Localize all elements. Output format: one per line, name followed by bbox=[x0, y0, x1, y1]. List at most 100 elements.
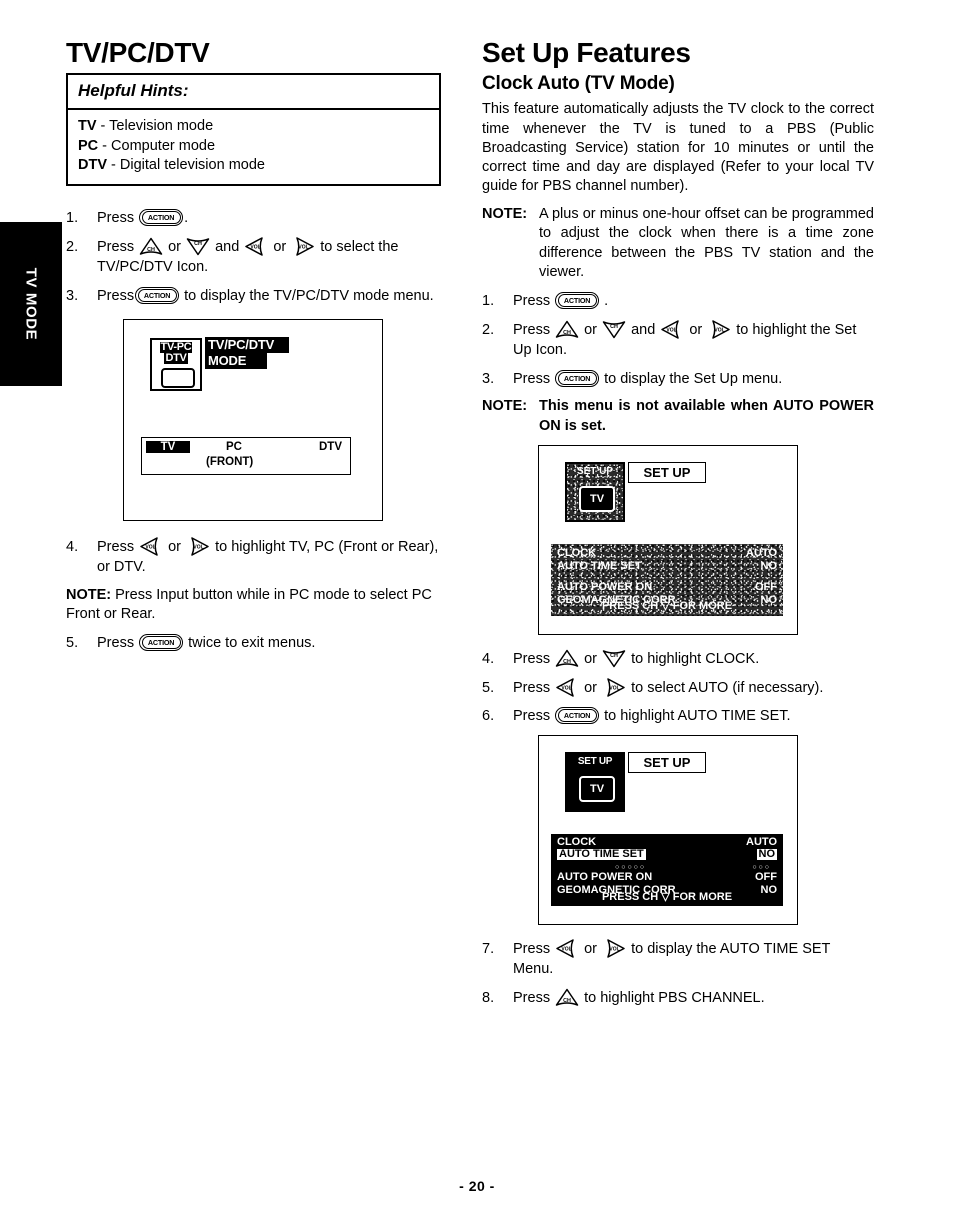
side-tab-tv-mode: TV MODE bbox=[0, 222, 62, 386]
right-step-6: 6. Press ACTION to highlight AUTO TIME SE… bbox=[482, 706, 874, 727]
svg-text:VOL: VOL bbox=[299, 244, 309, 250]
channel-up-icon: CH bbox=[555, 649, 579, 668]
left-step-1-number: 1. bbox=[66, 210, 79, 227]
svg-text:CH: CH bbox=[610, 324, 618, 330]
osd-option-dtv: DTV bbox=[319, 440, 342, 453]
right-step-5-mid1: or bbox=[580, 679, 602, 696]
osd-menu-label-auto-power-on: AUTO POWER ON bbox=[557, 870, 653, 883]
osd-icon-caption-line2: DTV bbox=[164, 351, 188, 364]
svg-text:VOL: VOL bbox=[609, 685, 619, 691]
right-step-3: 3. Press ACTION to display the Set Up men… bbox=[482, 369, 874, 390]
osd-icon-tile-set-up: SET UP TV bbox=[565, 751, 625, 812]
right-column: Set Up Features Clock Auto (TV Mode) Thi… bbox=[482, 38, 874, 1016]
osd-menu-value-auto-time-set: NO bbox=[756, 847, 777, 860]
manual-page: TV MODE TV/PC/DTV Helpful Hints: TV - Te… bbox=[0, 0, 954, 1228]
osd-banner-line2-text: MODE bbox=[208, 352, 247, 368]
osd-menu-footer-text: PRESS CH ▽ FOR MORE bbox=[601, 600, 733, 613]
helpful-hints-heading: Helpful Hints: bbox=[68, 75, 439, 111]
right-step-2-mid1: or bbox=[580, 321, 602, 338]
clock-auto-intro-paragraph: This feature automatically adjusts the T… bbox=[482, 101, 874, 194]
right-step-8-number: 8. bbox=[482, 989, 495, 1006]
right-step-8: 8. Press CH to highlight PBS CHANNEL. bbox=[482, 988, 874, 1009]
left-note-label: NOTE: bbox=[66, 586, 112, 603]
osd-set-up-banner: SET UP bbox=[628, 751, 706, 773]
osd-menu-footer-text: PRESS CH ▽ FOR MORE bbox=[601, 890, 733, 903]
helpful-hints-box: Helpful Hints: TV - Television mode PC -… bbox=[66, 73, 441, 187]
left-step-2-before: Press bbox=[97, 238, 139, 255]
action-button-icon: ACTION bbox=[139, 209, 184, 227]
osd-menu-footer: PRESS CH ▽ FOR MORE bbox=[551, 890, 783, 903]
svg-text:CH: CH bbox=[610, 653, 618, 659]
action-button-icon: ACTION bbox=[555, 292, 600, 310]
right-step-5: 5. Press VOL or VOL to select AUTO (if ne… bbox=[482, 677, 874, 699]
osd-set-up-menu-list: CLOCK AUTO AUTO TIME SET NO ○○○○○ ○○○ AU… bbox=[551, 833, 783, 906]
right-step-1-before: Press bbox=[513, 293, 555, 310]
osd-set-up-banner: SET UP bbox=[628, 462, 706, 484]
svg-text:VOL: VOL bbox=[667, 327, 677, 333]
svg-text:VOL: VOL bbox=[715, 327, 725, 333]
svg-text:VOL: VOL bbox=[609, 946, 619, 952]
osd-set-up-menu-list: CLOCK AUTO AUTO TIME SET NO AUTO POWER O… bbox=[551, 544, 783, 616]
osd-menu-value-auto-power-on: OFF bbox=[755, 581, 777, 594]
osd-icon-tile-set-up: SET UP TV bbox=[565, 462, 625, 523]
right-step-5-number: 5. bbox=[482, 679, 495, 696]
right-step-4-before: Press bbox=[513, 651, 555, 668]
hint-desc-tv: Television mode bbox=[109, 118, 214, 135]
osd-set-up-screen-label: TV bbox=[589, 782, 605, 795]
osd-banner-line2: MODE bbox=[205, 352, 267, 370]
osd-menu-row-auto-time-set: AUTO TIME SET NO bbox=[557, 561, 777, 574]
channel-up-icon: CH bbox=[139, 237, 163, 256]
left-step-3-before: Press bbox=[97, 287, 135, 304]
hint-dash-dtv: - bbox=[107, 156, 120, 173]
osd-banner-line1: TV/PC/DTV bbox=[205, 336, 289, 354]
volume-right-icon: VOL bbox=[602, 677, 626, 697]
left-step-5-number: 5. bbox=[66, 635, 79, 652]
right-step-8-before: Press bbox=[513, 989, 555, 1006]
right-note-2-text: This menu is not available when AUTO POW… bbox=[539, 398, 874, 434]
osd-set-up-icon-caption: SET UP bbox=[577, 755, 613, 767]
volume-left-icon: VOL bbox=[555, 939, 579, 958]
right-step-4-mid1: or bbox=[580, 651, 602, 668]
right-note-2-label: NOTE: bbox=[482, 398, 528, 415]
osd-bar-row-bottom: (FRONT) bbox=[142, 456, 350, 474]
left-step-3-number: 3. bbox=[66, 287, 79, 304]
left-step-1: 1. Press ACTION. bbox=[66, 208, 441, 229]
svg-text:CH: CH bbox=[563, 659, 571, 665]
right-step-2: 2. Press CH or CH and VOL or VOL to highl… bbox=[482, 319, 874, 361]
hint-desc-pc: Computer mode bbox=[111, 137, 216, 154]
right-step-2-before: Press bbox=[513, 321, 555, 338]
right-note-offset: NOTE: A plus or minus one-hour offset can… bbox=[482, 205, 874, 282]
osd-menu-footer: PRESS CH ▽ FOR MORE bbox=[551, 599, 783, 612]
svg-text:VOL: VOL bbox=[193, 544, 203, 550]
left-step-5-after: twice to exit menus. bbox=[184, 635, 316, 652]
osd-menu-row-clock: CLOCK AUTO bbox=[557, 835, 777, 849]
osd-menu-row-auto-time-set: AUTO TIME SET NO bbox=[557, 847, 777, 862]
left-step-3: 3. Press ACTION to display the TV/PC/DTV m… bbox=[66, 286, 441, 307]
action-button-icon: ACTION bbox=[139, 634, 184, 652]
svg-text:VOL: VOL bbox=[145, 544, 155, 550]
osd-option-pc-sublabel: (FRONT) bbox=[206, 455, 254, 468]
left-step-1-before: Press bbox=[97, 210, 139, 227]
left-column: TV/PC/DTV Helpful Hints: TV - Television… bbox=[66, 38, 441, 662]
side-tab-label: TV MODE bbox=[22, 267, 40, 341]
left-step-4: 4. Press VOL or VOL to highlight TV, PC (… bbox=[66, 536, 441, 578]
right-step-7-mid1: or bbox=[580, 940, 602, 957]
hint-item-tv: TV - Television mode bbox=[78, 117, 429, 136]
left-step-1-after: . bbox=[184, 210, 189, 227]
osd-menu-value-clock: AUTO bbox=[746, 835, 777, 848]
hint-item-pc: PC - Computer mode bbox=[78, 137, 429, 156]
osd-icon-screen-shape bbox=[161, 367, 195, 388]
osd-set-up-screen-label: TV bbox=[589, 493, 605, 506]
svg-text:CH: CH bbox=[194, 241, 202, 247]
right-step-7-before: Press bbox=[513, 940, 555, 957]
right-step-3-after: to display the Set Up menu. bbox=[600, 370, 783, 387]
osd-icon-tile-tv-pc-dtv: TV-PC DTV bbox=[150, 337, 202, 391]
volume-right-icon: VOL bbox=[602, 939, 626, 958]
left-step-2-mid3: or bbox=[269, 238, 291, 255]
right-note-1-label: NOTE: bbox=[482, 206, 528, 223]
left-step-4-before: Press bbox=[97, 538, 139, 555]
right-step-6-number: 6. bbox=[482, 708, 495, 725]
right-step-6-before: Press bbox=[513, 708, 555, 725]
left-step-5: 5. Press ACTION twice to exit menus. bbox=[66, 633, 441, 654]
channel-down-icon: CH bbox=[602, 649, 626, 668]
